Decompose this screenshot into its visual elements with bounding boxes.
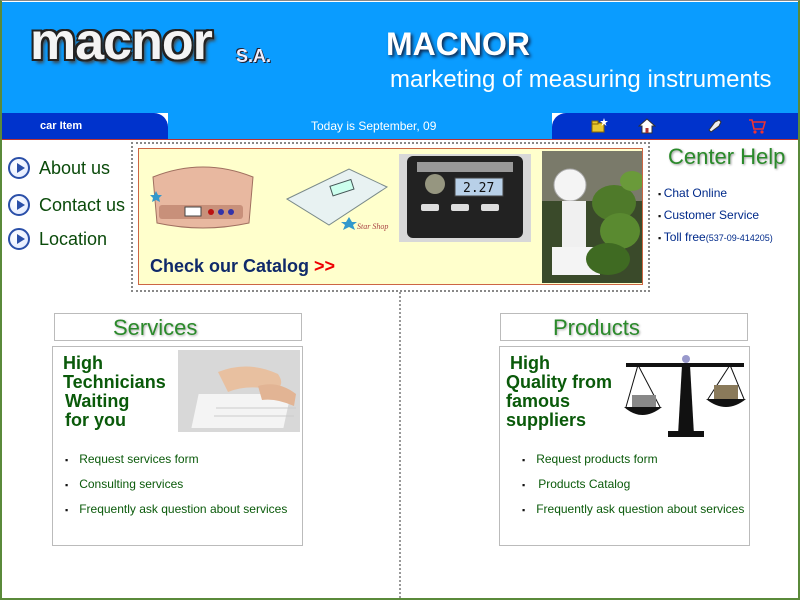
headline-line: famous: [506, 391, 571, 411]
services-headline: High Technicians Waiting for you: [63, 354, 166, 430]
sidebar-item-label: Contact us: [39, 194, 126, 215]
digital-scale-image: 2.27: [399, 154, 531, 242]
scale-display-value: 2.27: [463, 181, 494, 196]
link-label: Request products form: [536, 452, 658, 466]
site-title: MACNOR: [386, 26, 530, 62]
arrow-circle-icon: [8, 157, 30, 179]
products-catalog-link[interactable]: Products Catalog: [522, 477, 744, 491]
products-title-box: Products: [500, 313, 748, 341]
services-link-list: Request services form Consulting service…: [65, 452, 287, 527]
link-label: Products Catalog: [538, 477, 631, 491]
link-label: Frequently ask question about services: [79, 502, 288, 516]
antique-scale-image: [542, 151, 642, 283]
products-panel: High Quality from famous suppliers Reque…: [499, 346, 750, 546]
toll-free-link[interactable]: Toll free(537-09-414205): [658, 230, 773, 244]
products-title: Products: [553, 315, 640, 340]
headline-line: suppliers: [506, 410, 587, 430]
headline-line: High: [63, 353, 103, 373]
top-navbar: car Item Today is September, 09: [2, 113, 798, 140]
headline-line: Technicians: [63, 372, 166, 392]
products-link-list: Request products form Products Catalog F…: [522, 452, 744, 527]
products-faq-link[interactable]: Frequently ask question about services: [522, 502, 744, 516]
services-faq-link[interactable]: Frequently ask question about services: [65, 502, 287, 516]
date-text: Today is September, 09: [311, 119, 437, 133]
consulting-services-link[interactable]: Consulting services: [65, 477, 287, 491]
catalog-link[interactable]: Check our Catalog >>: [150, 256, 335, 277]
customer-service-link[interactable]: Customer Service: [658, 208, 773, 222]
star-shop-badge: Star Shop: [357, 222, 388, 231]
sidebar-item-label: About us: [39, 157, 111, 178]
chat-online-link[interactable]: Chat Online: [658, 186, 773, 200]
car-item-tab[interactable]: car Item: [2, 113, 168, 139]
sidebar-item-label: Location: [39, 228, 108, 249]
chat-online-label: Chat Online: [663, 186, 728, 200]
nav-icon-bar: [552, 113, 798, 139]
link-label: Request services form: [79, 452, 199, 466]
headline-line: Quality from: [506, 372, 613, 392]
catalog-banner[interactable]: Star Shop 2.27 Check our Catalog >>: [138, 148, 643, 285]
toll-free-label: Toll free: [663, 230, 706, 244]
services-title: Services: [113, 315, 198, 340]
customer-service-label: Customer Service: [663, 208, 760, 222]
shopping-cart-icon[interactable]: [748, 117, 766, 135]
header-banner: macnor S.A. MACNOR marketing of measurin…: [2, 2, 798, 114]
services-panel: High Technicians Waiting for you Request…: [52, 346, 303, 546]
request-services-form-link[interactable]: Request services form: [65, 452, 287, 466]
headline-line: High: [510, 353, 550, 373]
catalog-link-arrows: >>: [314, 256, 336, 276]
headline-line: for you: [65, 410, 126, 430]
products-headline: High Quality from famous suppliers: [506, 354, 612, 430]
headline-line: Waiting: [65, 391, 130, 411]
glass-scale-image: Star Shop: [285, 168, 388, 231]
home-icon[interactable]: [638, 117, 656, 135]
arrow-circle-icon: [8, 228, 30, 250]
typing-hands-image: [178, 350, 300, 432]
logo-text: macnor: [30, 13, 213, 71]
site-subtitle: marketing of measuring instruments: [390, 66, 772, 93]
services-title-box: Services: [54, 313, 302, 341]
center-help-list: Chat Online Customer Service Toll free(5…: [658, 186, 773, 252]
logo-suffix: S.A.: [236, 46, 272, 66]
request-products-form-link[interactable]: Request products form: [522, 452, 744, 466]
sidebar-item-about-us[interactable]: About us: [8, 157, 110, 179]
sidebar-item-location[interactable]: Location: [8, 228, 107, 250]
date-strip: Today is September, 09: [168, 113, 552, 139]
folder-star-icon[interactable]: [590, 117, 608, 135]
center-help-title: Center Help: [668, 144, 786, 169]
arrow-circle-icon: [8, 194, 30, 216]
toll-free-number: (537-09-414205): [705, 233, 773, 243]
sidebar-item-contact-us[interactable]: Contact us: [8, 194, 125, 216]
phone-icon[interactable]: [706, 117, 724, 135]
balance-scale-image: [624, 355, 746, 437]
kitchen-scale-image: [150, 166, 254, 229]
catalog-link-text: Check our Catalog: [150, 256, 310, 276]
vertical-divider: [399, 292, 401, 598]
catalog-banner-frame: Star Shop 2.27 Check our Catalog >>: [131, 142, 650, 292]
link-label: Frequently ask question about services: [536, 502, 745, 516]
link-label: Consulting services: [79, 477, 184, 491]
car-item-label: car Item: [40, 120, 83, 132]
macnor-logo[interactable]: macnor S.A.: [30, 13, 271, 71]
